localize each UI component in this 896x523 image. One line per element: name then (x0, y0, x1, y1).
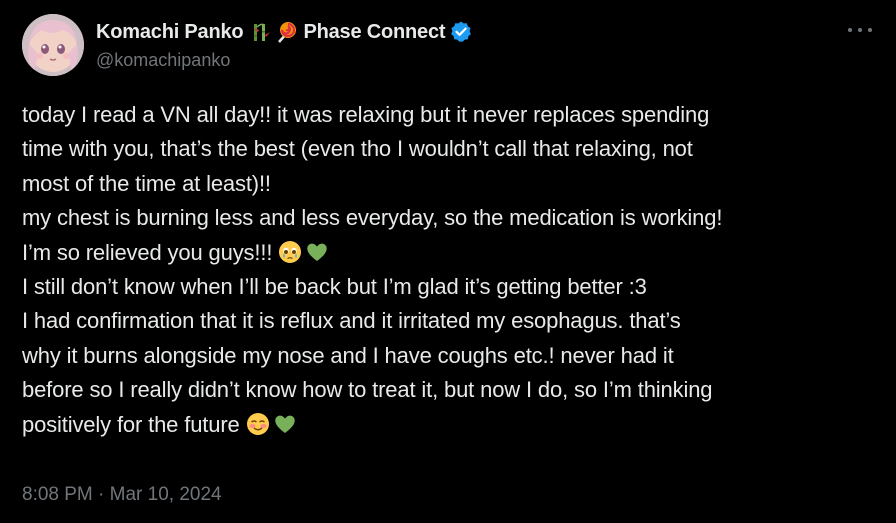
tweet-line: my chest is burning less and less everyd… (22, 205, 723, 231)
tweet-line: I still don’t know when I’ll be back but… (22, 274, 647, 300)
tweet-line: positively for the future (22, 411, 240, 437)
tweet: Komachi Panko Phase Connect @komachipank… (0, 0, 896, 523)
green-heart-emoji (307, 243, 328, 261)
tweet-header: Komachi Panko Phase Connect @komachipank… (96, 18, 836, 71)
bamboo-emoji (253, 23, 271, 41)
lollipop-emoji (278, 22, 297, 43)
tweet-line: today I read a VN all day!! it was relax… (22, 102, 710, 127)
tweet-text: today I read a VN all day!! it was relax… (22, 98, 882, 442)
tweet-line: most of the time at least)!! (22, 170, 271, 196)
more-options-icon[interactable] (848, 22, 872, 38)
display-name[interactable]: Komachi Panko (96, 21, 244, 44)
tweet-line: I’m so relieved you guys!!! (22, 239, 273, 265)
green-heart-emoji (274, 415, 295, 433)
teary-face-emoji (279, 240, 302, 263)
avatar[interactable] (22, 14, 84, 76)
more-dot (868, 28, 872, 32)
tweet-timestamp[interactable]: 8:08 PM · Mar 10, 2024 (22, 484, 222, 506)
smiling-blush-emoji (246, 412, 269, 435)
user-handle[interactable]: @komachipanko (96, 50, 836, 71)
tweet-line: I had confirmation that it is reflux and… (22, 308, 681, 334)
verified-badge-icon[interactable] (449, 20, 473, 44)
tweet-line-with-emoji: I’m so relieved you guys!!! (22, 236, 882, 270)
affiliation-name[interactable]: Phase Connect (303, 21, 445, 44)
more-dot (858, 28, 862, 32)
avatar-image (22, 14, 84, 76)
tweet-line: before so I really didn’t know how to tr… (22, 377, 713, 403)
tweet-line: why it burns alongside my nose and I hav… (22, 342, 674, 368)
more-dot (848, 28, 852, 32)
tweet-line-with-emoji: positively for the future (22, 408, 882, 442)
name-row: Komachi Panko Phase Connect (96, 18, 836, 46)
tweet-line: time with you, that’s the best (even tho… (22, 136, 693, 162)
